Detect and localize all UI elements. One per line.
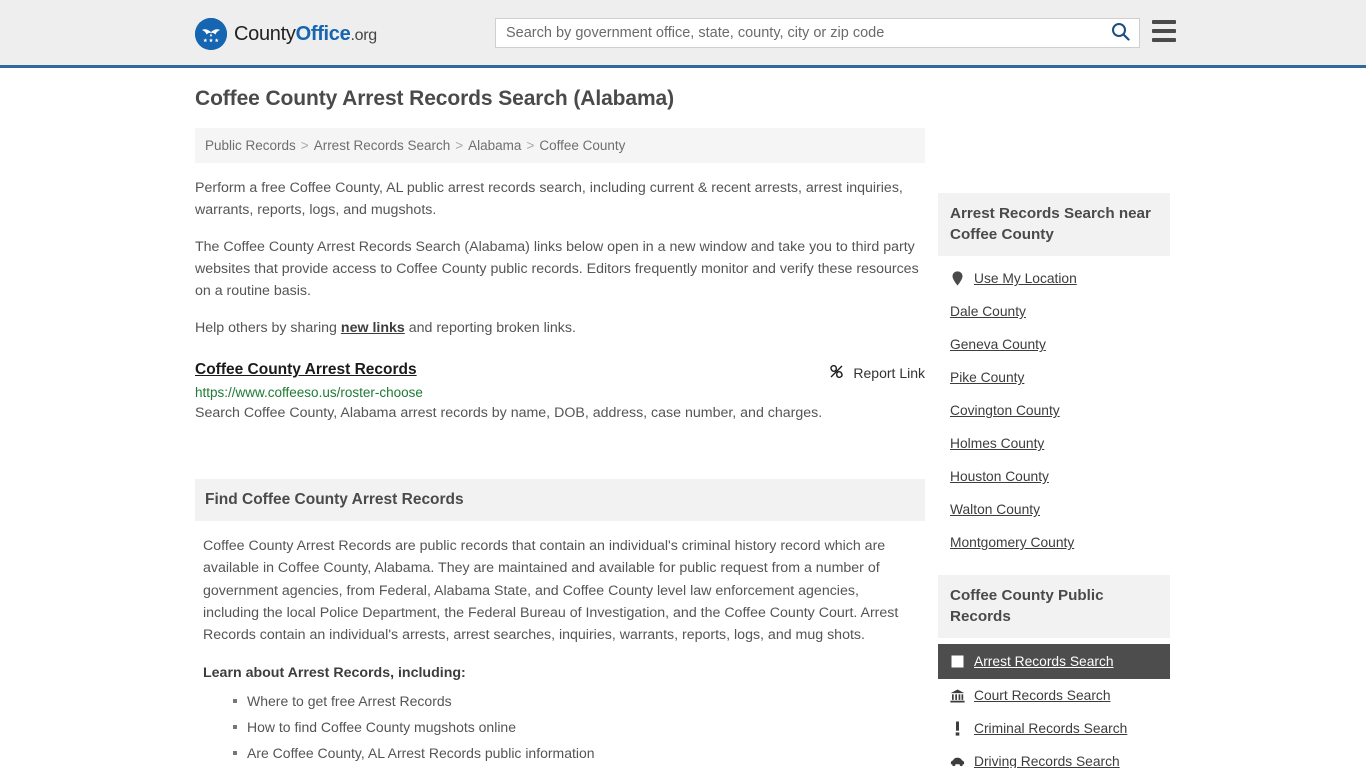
breadcrumb-item-public-records[interactable]: Public Records bbox=[205, 138, 296, 153]
brand-tld: .org bbox=[350, 27, 377, 44]
sidebar-item-label[interactable]: Pike County bbox=[950, 370, 1024, 385]
nearby-counties-heading: Arrest Records Search near Coffee County bbox=[938, 193, 1170, 257]
sidebar-item-label[interactable]: Arrest Records Search bbox=[974, 654, 1114, 669]
learn-about-heading: Learn about Arrest Records, including: bbox=[203, 664, 466, 681]
help-suffix: and reporting broken links. bbox=[404, 320, 576, 337]
exclamation-icon bbox=[950, 721, 965, 736]
breadcrumb-separator-1: > bbox=[300, 138, 309, 154]
search-input[interactable] bbox=[496, 19, 1101, 47]
breadcrumb-separator-3: > bbox=[526, 138, 535, 154]
sidebar-item-walton-county[interactable]: Walton County bbox=[938, 493, 1170, 526]
nearby-counties-list: Use My Location Dale County Geneva Count… bbox=[938, 256, 1170, 559]
sidebar-item-label[interactable]: Court Records Search bbox=[974, 688, 1111, 703]
sidebar-item-label[interactable]: Driving Records Search bbox=[974, 754, 1120, 768]
sidebar-item-label[interactable]: Covington County bbox=[950, 403, 1060, 418]
breadcrumb-separator-2: > bbox=[455, 138, 464, 154]
site-logo[interactable]: CountyOffice.org bbox=[195, 18, 377, 50]
search-bar bbox=[495, 18, 1140, 48]
square-icon bbox=[950, 654, 965, 669]
sidebar-item-label[interactable]: Geneva County bbox=[950, 337, 1046, 352]
list-item: Are Coffee County, AL Arrest Records pub… bbox=[233, 743, 917, 763]
public-records-heading: Coffee County Public Records bbox=[938, 575, 1170, 639]
hamburger-menu-icon[interactable] bbox=[1152, 20, 1176, 42]
result-url: https://www.coffeeso.us/roster-choose bbox=[195, 385, 423, 401]
sidebar-item-court-records-search[interactable]: Court Records Search bbox=[938, 679, 1170, 712]
public-records-panel: Coffee County Public Records Arrest Reco… bbox=[938, 575, 1170, 768]
find-records-section-heading: Find Coffee County Arrest Records bbox=[195, 479, 925, 522]
sidebar-item-label[interactable]: Walton County bbox=[950, 502, 1040, 517]
report-link-label: Report Link bbox=[853, 365, 925, 382]
countyoffice-eagle-logo-icon bbox=[195, 18, 227, 50]
sidebar-item-dale-county[interactable]: Dale County bbox=[938, 295, 1170, 328]
sidebar-item-label[interactable]: Houston County bbox=[950, 469, 1049, 484]
search-icon bbox=[1111, 22, 1130, 44]
breadcrumb-item-alabama[interactable]: Alabama bbox=[468, 138, 521, 153]
help-prefix: Help others by sharing bbox=[195, 320, 341, 337]
page-title: Coffee County Arrest Records Search (Ala… bbox=[195, 87, 675, 110]
sidebar-item-covington-county[interactable]: Covington County bbox=[938, 394, 1170, 427]
site-logo-text: CountyOffice.org bbox=[234, 24, 377, 44]
breadcrumb-item-coffee-county[interactable]: Coffee County bbox=[539, 138, 625, 153]
broken-link-icon bbox=[828, 363, 845, 383]
car-icon bbox=[950, 754, 965, 768]
sidebar-item-label[interactable]: Use My Location bbox=[974, 271, 1077, 286]
sidebar-item-pike-county[interactable]: Pike County bbox=[938, 361, 1170, 394]
breadcrumb: Public Records > Arrest Records Search > Ala… bbox=[195, 128, 925, 164]
list-item: Where to get free Arrest Records bbox=[233, 691, 917, 711]
sidebar-item-use-my-location[interactable]: Use My Location bbox=[938, 262, 1170, 295]
site-header: CountyOffice.org bbox=[0, 0, 1366, 68]
result-item: Coffee County Arrest Records https://www… bbox=[195, 361, 925, 437]
learn-about-list: Where to get free Arrest Records How to … bbox=[203, 691, 917, 768]
hamburger-bar-3 bbox=[1152, 38, 1176, 42]
courthouse-icon bbox=[950, 688, 965, 703]
intro-paragraph-1: Perform a free Coffee County, AL public … bbox=[195, 180, 903, 219]
report-link-button[interactable]: Report Link bbox=[828, 363, 925, 383]
sidebar-item-arrest-records-search[interactable]: Arrest Records Search bbox=[938, 644, 1170, 680]
help-paragraph: Help others by sharing new links and rep… bbox=[195, 317, 925, 339]
sidebar-item-label[interactable]: Criminal Records Search bbox=[974, 721, 1127, 736]
sidebar-item-label[interactable]: Holmes County bbox=[950, 436, 1044, 451]
sidebar-item-label[interactable]: Dale County bbox=[950, 304, 1026, 319]
sidebar-item-montgomery-county[interactable]: Montgomery County bbox=[938, 526, 1170, 559]
result-description: Search Coffee County, Alabama arrest rec… bbox=[195, 405, 823, 422]
sidebar-item-holmes-county[interactable]: Holmes County bbox=[938, 427, 1170, 460]
find-records-section-body: Coffee County Arrest Records are public … bbox=[195, 521, 925, 768]
page-body: Coffee County Arrest Records Search (Ala… bbox=[0, 68, 1366, 768]
main-content: Coffee County Arrest Records Search (Ala… bbox=[195, 86, 925, 768]
hamburger-bar-1 bbox=[1152, 20, 1176, 24]
nearby-counties-panel: Arrest Records Search near Coffee County… bbox=[938, 193, 1170, 559]
find-records-paragraph: Coffee County Arrest Records are public … bbox=[203, 538, 899, 644]
map-pin-icon bbox=[950, 271, 965, 286]
sidebar-item-geneva-county[interactable]: Geneva County bbox=[938, 328, 1170, 361]
hamburger-bar-2 bbox=[1152, 29, 1176, 33]
sidebar: Arrest Records Search near Coffee County… bbox=[938, 193, 1170, 768]
sidebar-item-driving-records-search[interactable]: Driving Records Search bbox=[938, 745, 1170, 768]
result-title-link[interactable]: Coffee County Arrest Records bbox=[195, 361, 417, 379]
new-links-link[interactable]: new links bbox=[341, 320, 405, 336]
brand-prefix: County bbox=[234, 23, 296, 45]
public-records-list: Arrest Records Search Court Records Sear… bbox=[938, 638, 1170, 768]
sidebar-item-criminal-records-search[interactable]: Criminal Records Search bbox=[938, 712, 1170, 745]
list-item: How to find Coffee County mugshots onlin… bbox=[233, 717, 917, 737]
brand-mid: Office bbox=[295, 23, 351, 45]
breadcrumb-item-arrest-records-search[interactable]: Arrest Records Search bbox=[314, 138, 451, 153]
sidebar-item-houston-county[interactable]: Houston County bbox=[938, 460, 1170, 493]
sidebar-item-label[interactable]: Montgomery County bbox=[950, 535, 1074, 550]
intro-paragraph-2: The Coffee County Arrest Records Search … bbox=[195, 239, 919, 300]
search-button[interactable] bbox=[1101, 19, 1139, 47]
